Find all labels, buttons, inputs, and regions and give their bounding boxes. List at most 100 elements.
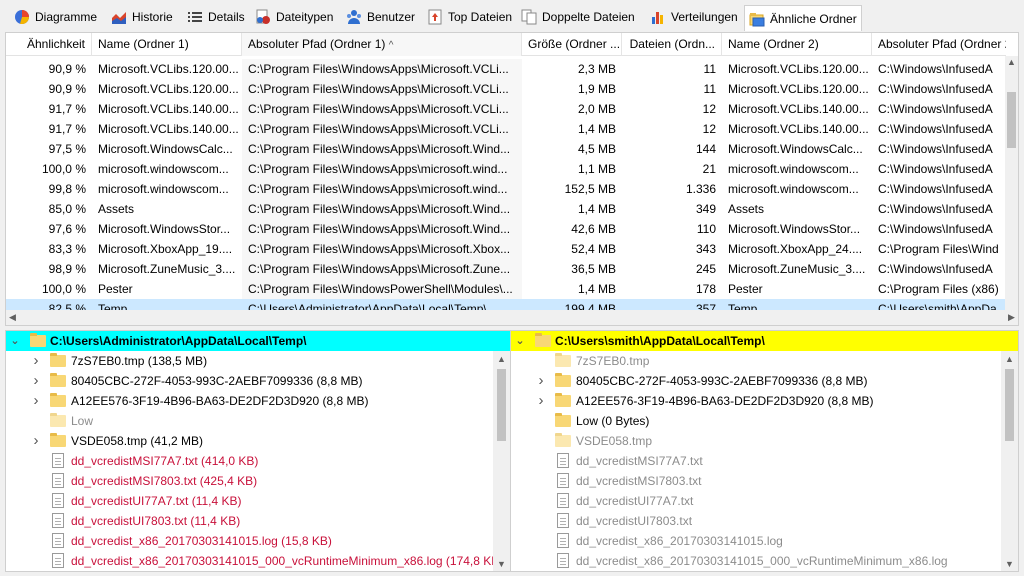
tree-item[interactable]: dd_vcredist_x86_20170303141015_000_vcRun… xyxy=(6,551,510,571)
table-row[interactable]: 85,0 % Assets C:\Program Files\WindowsApps… xyxy=(6,199,1006,219)
table-row[interactable]: 90,9 % Microsoft.VCLibs.120.00... C:\Progr… xyxy=(6,59,1006,79)
left-tree-scrollbar[interactable]: ▲ ▼ xyxy=(493,351,510,571)
expand-chevron-icon[interactable]: › xyxy=(30,371,42,391)
tree-item[interactable]: dd_vcredistUI77A7.txt xyxy=(511,491,1018,511)
table-row[interactable]: 97,6 % Microsoft.WindowsStor... C:\Program… xyxy=(6,219,1006,239)
tree-item[interactable]: dd_vcredistUI77A7.txt (11,4 KB) xyxy=(6,491,510,511)
tree-item[interactable]: Low xyxy=(6,411,510,431)
scroll-up-icon[interactable]: ▲ xyxy=(1005,56,1018,69)
tab-aehnliche-ordner[interactable]: Ähnliche Ordner xyxy=(744,5,862,31)
tree-item[interactable]: › A12EE576-3F19-4B96-BA63-DE2DF2D3D920 (8… xyxy=(511,391,1018,411)
area-chart-icon xyxy=(111,9,127,25)
tab-diagramme[interactable]: Diagramme xyxy=(10,6,101,28)
tree-item[interactable]: VSDE058.tmp xyxy=(511,431,1018,451)
column-header-name1[interactable]: Name (Ordner 1) xyxy=(92,33,242,56)
cell-files: 245 xyxy=(695,262,716,276)
scrollbar-thumb[interactable] xyxy=(1007,92,1016,148)
column-header-path1[interactable]: Absoluter Pfad (Ordner 1) ^ xyxy=(242,33,522,56)
tree-item[interactable]: › 80405CBC-272F-4053-993C-2AEBF7099336 (8… xyxy=(511,371,1018,391)
tree-item[interactable]: dd_vcredistMSI7803.txt xyxy=(511,471,1018,491)
cell-name1: Microsoft.VCLibs.140.00... xyxy=(98,102,239,116)
left-tree-header[interactable]: ⌄ C:\Users\Administrator\AppData\Local\T… xyxy=(6,331,510,351)
cell-path1: C:\Program Files\WindowsApps\Microsoft.V… xyxy=(242,99,522,119)
cell-path1: C:\Program Files\WindowsApps\Microsoft.W… xyxy=(242,219,522,239)
tab-top-dateien[interactable]: Top Dateien xyxy=(423,6,516,28)
tree-item[interactable]: › 7zS7EB0.tmp (138,5 MB) xyxy=(6,351,510,371)
expand-chevron-icon[interactable]: › xyxy=(535,371,547,391)
cell-path2: C:\Program Files (x86) xyxy=(878,282,999,296)
collapse-chevron-icon[interactable]: ⌄ xyxy=(9,331,21,351)
table-row[interactable]: 91,7 % Microsoft.VCLibs.140.00... C:\Progr… xyxy=(6,99,1006,119)
tab-doppelte-dateien[interactable]: Doppelte Dateien xyxy=(517,6,639,28)
collapse-chevron-icon[interactable]: ⌄ xyxy=(514,331,526,351)
similar-folders-table: Ähnlichkeit Name (Ordner 1) Absoluter Pf… xyxy=(5,32,1019,326)
scroll-right-icon[interactable]: ▶ xyxy=(1005,311,1018,324)
table-row[interactable]: 100,0 % microsoft.windowscom... C:\Program… xyxy=(6,159,1006,179)
tree-item[interactable]: dd_vcredistMSI7803.txt (425,4 KB) xyxy=(6,471,510,491)
tree-item[interactable]: › 80405CBC-272F-4053-993C-2AEBF7099336 (8… xyxy=(6,371,510,391)
scrollbar-thumb[interactable] xyxy=(497,369,506,441)
tree-item-label: dd_vcredistUI77A7.txt (11,4 KB) xyxy=(71,494,242,508)
scroll-down-icon[interactable]: ▼ xyxy=(1003,558,1016,571)
tab-details[interactable]: Details xyxy=(183,6,249,28)
right-tree-scrollbar[interactable]: ▲ ▼ xyxy=(1001,351,1018,571)
cell-name1: Microsoft.VCLibs.120.00... xyxy=(98,62,239,76)
table-row[interactable]: 100,0 % Pester C:\Program Files\WindowsPow… xyxy=(6,279,1006,299)
vertical-scrollbar[interactable]: ▲ xyxy=(1005,56,1018,311)
cell-files: 12 xyxy=(702,122,716,136)
tree-item[interactable]: › VSDE058.tmp (41,2 MB) xyxy=(6,431,510,451)
expand-chevron-icon[interactable]: › xyxy=(535,391,547,411)
expand-chevron-icon[interactable]: › xyxy=(30,351,42,371)
cell-files: 12 xyxy=(702,102,716,116)
column-header-files[interactable]: Dateien (Ordn... xyxy=(622,33,722,56)
expand-chevron-icon[interactable]: › xyxy=(30,391,42,411)
tree-item-label: dd_vcredistMSI77A7.txt (414,0 KB) xyxy=(71,454,259,468)
scrollbar-thumb[interactable] xyxy=(1005,369,1014,441)
column-header-path2[interactable]: Absoluter Pfad (Ordner 2) xyxy=(872,33,1006,56)
tab-label: Dateitypen xyxy=(276,10,334,24)
table-row[interactable]: 91,7 % Microsoft.VCLibs.140.00... C:\Progr… xyxy=(6,119,1006,139)
tree-item[interactable]: dd_vcredist_x86_20170303141015_000_vcRun… xyxy=(511,551,1018,571)
scroll-up-icon[interactable]: ▲ xyxy=(495,353,508,366)
tab-verteilungen[interactable]: Verteilungen xyxy=(646,6,742,28)
right-tree-header[interactable]: ⌄ C:\Users\smith\AppData\Local\Temp\ xyxy=(511,331,1018,351)
horizontal-scrollbar[interactable]: ◀ ▶ xyxy=(6,310,1018,325)
scroll-up-icon[interactable]: ▲ xyxy=(1003,353,1016,366)
table-row[interactable]: 99,8 % microsoft.windowscom... C:\Program … xyxy=(6,179,1006,199)
expand-chevron-icon[interactable]: › xyxy=(30,431,42,451)
tree-item[interactable]: 7zS7EB0.tmp xyxy=(511,351,1018,371)
tree-item-label: dd_vcredist_x86_20170303141015_000_vcRun… xyxy=(576,554,948,568)
tree-item[interactable]: Low (0 Bytes) xyxy=(511,411,1018,431)
table-row[interactable]: 90,9 % Microsoft.VCLibs.120.00... C:\Progr… xyxy=(6,79,1006,99)
tree-item[interactable]: dd_vcredistUI7803.txt xyxy=(511,511,1018,531)
table-row[interactable]: 83,3 % Microsoft.XboxApp_19.... C:\Program… xyxy=(6,239,1006,259)
cell-sim: 97,6 % xyxy=(48,222,86,236)
tree-item-label: VSDE058.tmp (41,2 MB) xyxy=(71,434,204,448)
cell-path1: C:\Program Files\WindowsApps\microsoft.w… xyxy=(242,159,522,179)
table-row[interactable]: 98,9 % Microsoft.ZuneMusic_3.... C:\Progra… xyxy=(6,259,1006,279)
cell-size: 152,5 MB xyxy=(564,182,616,196)
tab-dateitypen[interactable]: Dateitypen xyxy=(251,6,337,28)
tree-item[interactable]: dd_vcredistMSI77A7.txt (414,0 KB) xyxy=(6,451,510,471)
column-header-size[interactable]: Größe (Ordner ... xyxy=(522,33,622,56)
tree-item[interactable]: dd_vcredistUI7803.txt (11,4 KB) xyxy=(6,511,510,531)
tab-historie[interactable]: Historie xyxy=(107,6,177,28)
column-header-name2[interactable]: Name (Ordner 2) xyxy=(722,33,872,56)
tree-item-label: dd_vcredist_x86_20170303141015_000_vcRun… xyxy=(71,554,504,568)
table-row[interactable]: 97,5 % Microsoft.WindowsCalc... C:\Program… xyxy=(6,139,1006,159)
cell-name2: Microsoft.VCLibs.140.00... xyxy=(728,102,869,116)
cell-sim: 100,0 % xyxy=(41,282,86,296)
folder-icon xyxy=(30,333,46,347)
scroll-left-icon[interactable]: ◀ xyxy=(6,311,19,324)
cell-name1: Assets xyxy=(98,202,135,216)
tree-item[interactable]: dd_vcredistMSI77A7.txt xyxy=(511,451,1018,471)
tree-item[interactable]: › A12EE576-3F19-4B96-BA63-DE2DF2D3D920 (8… xyxy=(6,391,510,411)
column-header-aehnlichkeit[interactable]: Ähnlichkeit xyxy=(6,33,92,56)
cell-path1: C:\Program Files\WindowsApps\Microsoft.W… xyxy=(242,139,522,159)
tab-benutzer[interactable]: Benutzer xyxy=(342,6,419,28)
cell-size: 42,6 MB xyxy=(571,222,616,236)
tree-item[interactable]: dd_vcredist_x86_20170303141015.log xyxy=(511,531,1018,551)
left-tree-root-path: C:\Users\Administrator\AppData\Local\Tem… xyxy=(50,334,307,348)
tree-item[interactable]: dd_vcredist_x86_20170303141015.log (15,8… xyxy=(6,531,510,551)
scroll-down-icon[interactable]: ▼ xyxy=(495,558,508,571)
